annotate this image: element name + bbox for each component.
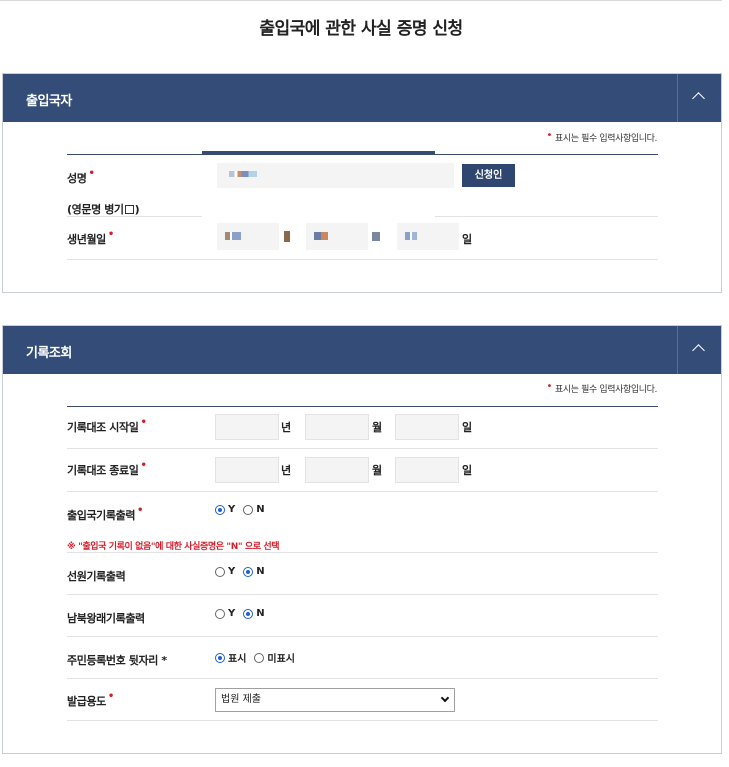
start-year-input[interactable] (215, 414, 279, 440)
birth-day-redacted (405, 232, 417, 240)
immigration-no-option[interactable]: N (243, 504, 265, 515)
radio-empty-icon[interactable] (254, 652, 265, 663)
rrn-show-option[interactable]: 표시 (215, 650, 246, 665)
required-dot-icon: • (546, 130, 553, 141)
row-divider (67, 448, 658, 449)
panel-title: 출입국자 (26, 94, 72, 109)
start-day-input[interactable] (395, 414, 459, 440)
seaman-record-options: Y N (215, 566, 273, 577)
unit-month: 월 (372, 464, 383, 477)
start-date-label: 기록대조 시작일 • (67, 417, 147, 434)
rrn-label: 주민등록번호 뒷자리 * (67, 654, 167, 667)
nk-no-option[interactable]: N (243, 608, 265, 619)
english-name-label: (영문명 병기) (67, 203, 140, 216)
birth-label: 생년월일 • (67, 229, 114, 246)
form-top-line (67, 154, 658, 155)
row-divider (67, 594, 658, 595)
purpose-select[interactable]: 법원 제출 (215, 688, 455, 712)
row-divider (67, 678, 658, 679)
rrn-hide-option[interactable]: 미표시 (254, 650, 295, 665)
chevron-up-icon (692, 344, 705, 357)
unit-year: 년 (281, 421, 292, 434)
name-label: 성명 • (67, 168, 95, 185)
row-divider (67, 216, 202, 217)
radio-selected-icon[interactable] (215, 504, 225, 515)
birth-month-unit-redacted (372, 232, 380, 241)
nk-record-label: 남북왕래기록출력 (67, 612, 145, 625)
collapse-toggle[interactable] (677, 326, 721, 374)
nk-record-options: Y N (215, 608, 273, 619)
radio-selected-icon[interactable] (243, 566, 254, 577)
required-dot-icon: • (546, 381, 553, 392)
row-divider (67, 552, 658, 553)
immigration-record-label: 출입국기록출력 • (67, 505, 144, 522)
name-value-redacted (229, 171, 257, 177)
nk-yes-option[interactable]: Y (215, 608, 235, 619)
rrn-options: 표시 미표시 (215, 650, 303, 665)
panel-header: 기록조회 (3, 326, 721, 374)
row-divider (67, 259, 658, 260)
birth-month-redacted (314, 232, 328, 240)
unit-year: 년 (281, 464, 292, 477)
panel-applicant: 출입국자 • 표시는 필수 입력사항입니다. 성명 • 신청인 (영문명 병기) 생… (2, 73, 722, 293)
end-year-input[interactable] (215, 457, 279, 483)
unit-day: 일 (462, 421, 473, 434)
end-date-label: 기록대조 종료일 • (67, 460, 147, 477)
panel-title: 기록조회 (26, 346, 72, 361)
birth-year-redacted (225, 232, 241, 240)
row-divider (435, 216, 658, 217)
radio-selected-icon[interactable] (243, 608, 254, 619)
applicant-button[interactable]: 신청인 (462, 164, 515, 187)
chevron-up-icon (692, 92, 705, 105)
page-title: 출입국에 관한 사실 증명 신청 (259, 19, 463, 39)
radio-empty-icon[interactable] (215, 608, 225, 619)
row-divider (67, 636, 658, 637)
end-day-input[interactable] (395, 457, 459, 483)
immigration-yes-option[interactable]: Y (215, 504, 235, 515)
seaman-yes-option[interactable]: Y (215, 566, 235, 577)
form-top-line (67, 406, 658, 407)
unit-day: 일 (462, 464, 473, 477)
chevron-down-icon (440, 693, 450, 703)
top-divider (0, 0, 722, 1)
end-month-input[interactable] (305, 457, 369, 483)
notice-text: ※ "출입국 기록이 없음"에 대한 사실증명은 "N" 으로 선택 (67, 542, 280, 552)
panel-record-lookup: 기록조회 • 표시는 필수 입력사항입니다. 기록대조 시작일 • 년 월 일 기록… (2, 325, 722, 754)
immigration-record-options: Y N (215, 504, 273, 515)
birth-year-unit-redacted (284, 231, 290, 242)
seaman-record-label: 선원기록출력 (67, 570, 126, 583)
day-unit: 일 (462, 233, 473, 246)
required-note: • 표시는 필수 입력사항입니다. (546, 381, 658, 395)
purpose-label: 발급용도 • (67, 691, 114, 708)
collapse-toggle[interactable] (677, 74, 721, 122)
row-divider (67, 720, 658, 721)
row-divider (67, 491, 658, 492)
start-month-input[interactable] (305, 414, 369, 440)
seaman-no-option[interactable]: N (243, 566, 265, 577)
required-note: • 표시는 필수 입력사항입니다. (546, 130, 658, 144)
panel-header: 출입국자 (3, 74, 721, 122)
radio-empty-icon[interactable] (215, 566, 225, 577)
unit-month: 월 (372, 421, 383, 434)
english-name-checkbox[interactable] (124, 205, 134, 214)
radio-empty-icon[interactable] (243, 504, 254, 515)
radio-selected-icon[interactable] (215, 652, 225, 663)
